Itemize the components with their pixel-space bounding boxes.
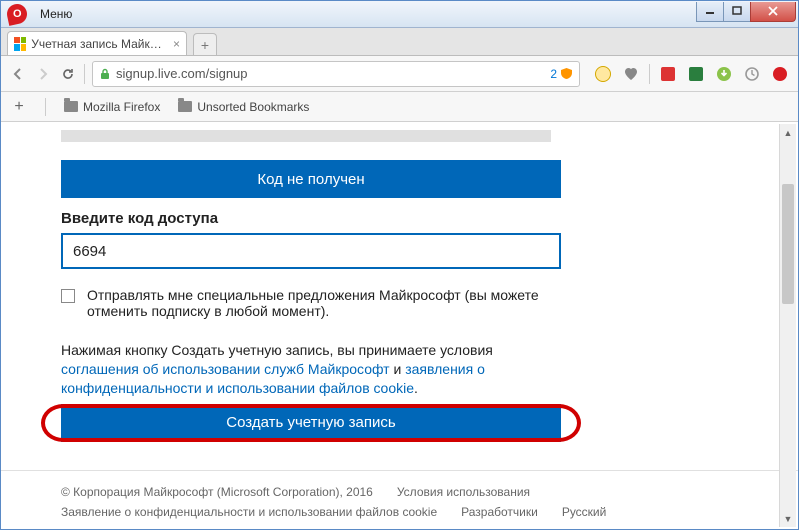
minimize-button[interactable] xyxy=(696,2,724,22)
maximize-button[interactable] xyxy=(723,2,751,22)
bookmark-label: Mozilla Firefox xyxy=(83,100,160,114)
new-tab-button[interactable]: + xyxy=(193,33,217,55)
close-button[interactable] xyxy=(750,2,796,22)
offers-checkbox[interactable] xyxy=(61,289,75,303)
bookmarks-bar: + Mozilla Firefox Unsorted Bookmarks xyxy=(1,92,798,122)
url-bar[interactable]: signup.live.com/signup 2 xyxy=(92,61,580,87)
folder-icon xyxy=(178,101,192,112)
page-content: Код не получен Введите код доступа Отпра… xyxy=(1,122,798,529)
window-controls xyxy=(697,2,796,22)
bookmark-folder-2[interactable]: Unsorted Bookmarks xyxy=(178,100,309,114)
redacted-field xyxy=(61,130,551,142)
bookmark-folder-1[interactable]: Mozilla Firefox xyxy=(64,100,160,114)
tab-title: Учетная запись Майкрософ xyxy=(31,37,166,51)
url-badge: 2 xyxy=(550,67,573,81)
vertical-scrollbar[interactable]: ▲ ▼ xyxy=(779,124,796,527)
sync-icon[interactable] xyxy=(742,64,762,84)
shield-icon xyxy=(560,67,573,80)
footer-devs-link[interactable]: Разработчики xyxy=(461,505,538,519)
opera-logo-icon: O xyxy=(5,2,29,26)
heart-icon[interactable] xyxy=(621,64,641,84)
ext-green-icon[interactable] xyxy=(686,64,706,84)
tos-services-link[interactable]: соглашения об использовании служб Майкро… xyxy=(61,361,390,377)
back-button[interactable] xyxy=(9,65,27,83)
access-code-label: Введите код доступа xyxy=(61,210,738,227)
page-footer: © Корпорация Майкрософт (Microsoft Corpo… xyxy=(1,470,798,519)
create-account-button[interactable]: Создать учетную запись xyxy=(61,404,561,442)
url-text: signup.live.com/signup xyxy=(116,66,248,81)
terms-text: Нажимая кнопку Создать учетную запись, в… xyxy=(61,341,561,398)
tabstrip: Учетная запись Майкрософ × + xyxy=(1,28,798,56)
code-not-received-button[interactable]: Код не получен xyxy=(61,160,561,198)
offers-label: Отправлять мне специальные предложения М… xyxy=(87,287,561,319)
scroll-up-button[interactable]: ▲ xyxy=(780,124,796,141)
footer-copyright: © Корпорация Майкрософт (Microsoft Corpo… xyxy=(61,485,373,499)
download-icon[interactable] xyxy=(714,64,734,84)
scroll-thumb[interactable] xyxy=(782,184,794,304)
tab-close-icon[interactable]: × xyxy=(173,37,180,51)
noscript-icon[interactable] xyxy=(593,64,613,84)
offers-checkbox-row[interactable]: Отправлять мне специальные предложения М… xyxy=(61,287,561,319)
add-bookmark-button[interactable]: + xyxy=(11,98,27,116)
create-button-highlight: Создать учетную запись xyxy=(41,404,581,442)
toolbar-icons xyxy=(593,64,790,84)
navbar: signup.live.com/signup 2 xyxy=(1,56,798,92)
bookmark-label: Unsorted Bookmarks xyxy=(197,100,309,114)
folder-icon xyxy=(64,101,78,112)
opera-menu-icon[interactable] xyxy=(770,64,790,84)
reload-button[interactable] xyxy=(59,65,77,83)
forward-button[interactable] xyxy=(34,65,52,83)
url-badge-count: 2 xyxy=(550,67,557,81)
access-code-input[interactable] xyxy=(61,233,561,269)
titlebar: O Меню xyxy=(1,1,798,28)
ext-red-icon[interactable] xyxy=(658,64,678,84)
scroll-down-button[interactable]: ▼ xyxy=(780,510,796,527)
footer-language-link[interactable]: Русский xyxy=(562,505,607,519)
footer-terms-link[interactable]: Условия использования xyxy=(397,485,530,499)
menu-button[interactable]: Меню xyxy=(31,4,81,24)
microsoft-favicon-icon xyxy=(14,37,26,51)
window-frame: O Меню Учетная запись Майкрософ × + sign… xyxy=(0,0,799,530)
tab-active[interactable]: Учетная запись Майкрософ × xyxy=(7,31,187,55)
footer-privacy-link[interactable]: Заявление о конфиденциальности и использ… xyxy=(61,505,437,519)
lock-icon xyxy=(99,68,111,80)
